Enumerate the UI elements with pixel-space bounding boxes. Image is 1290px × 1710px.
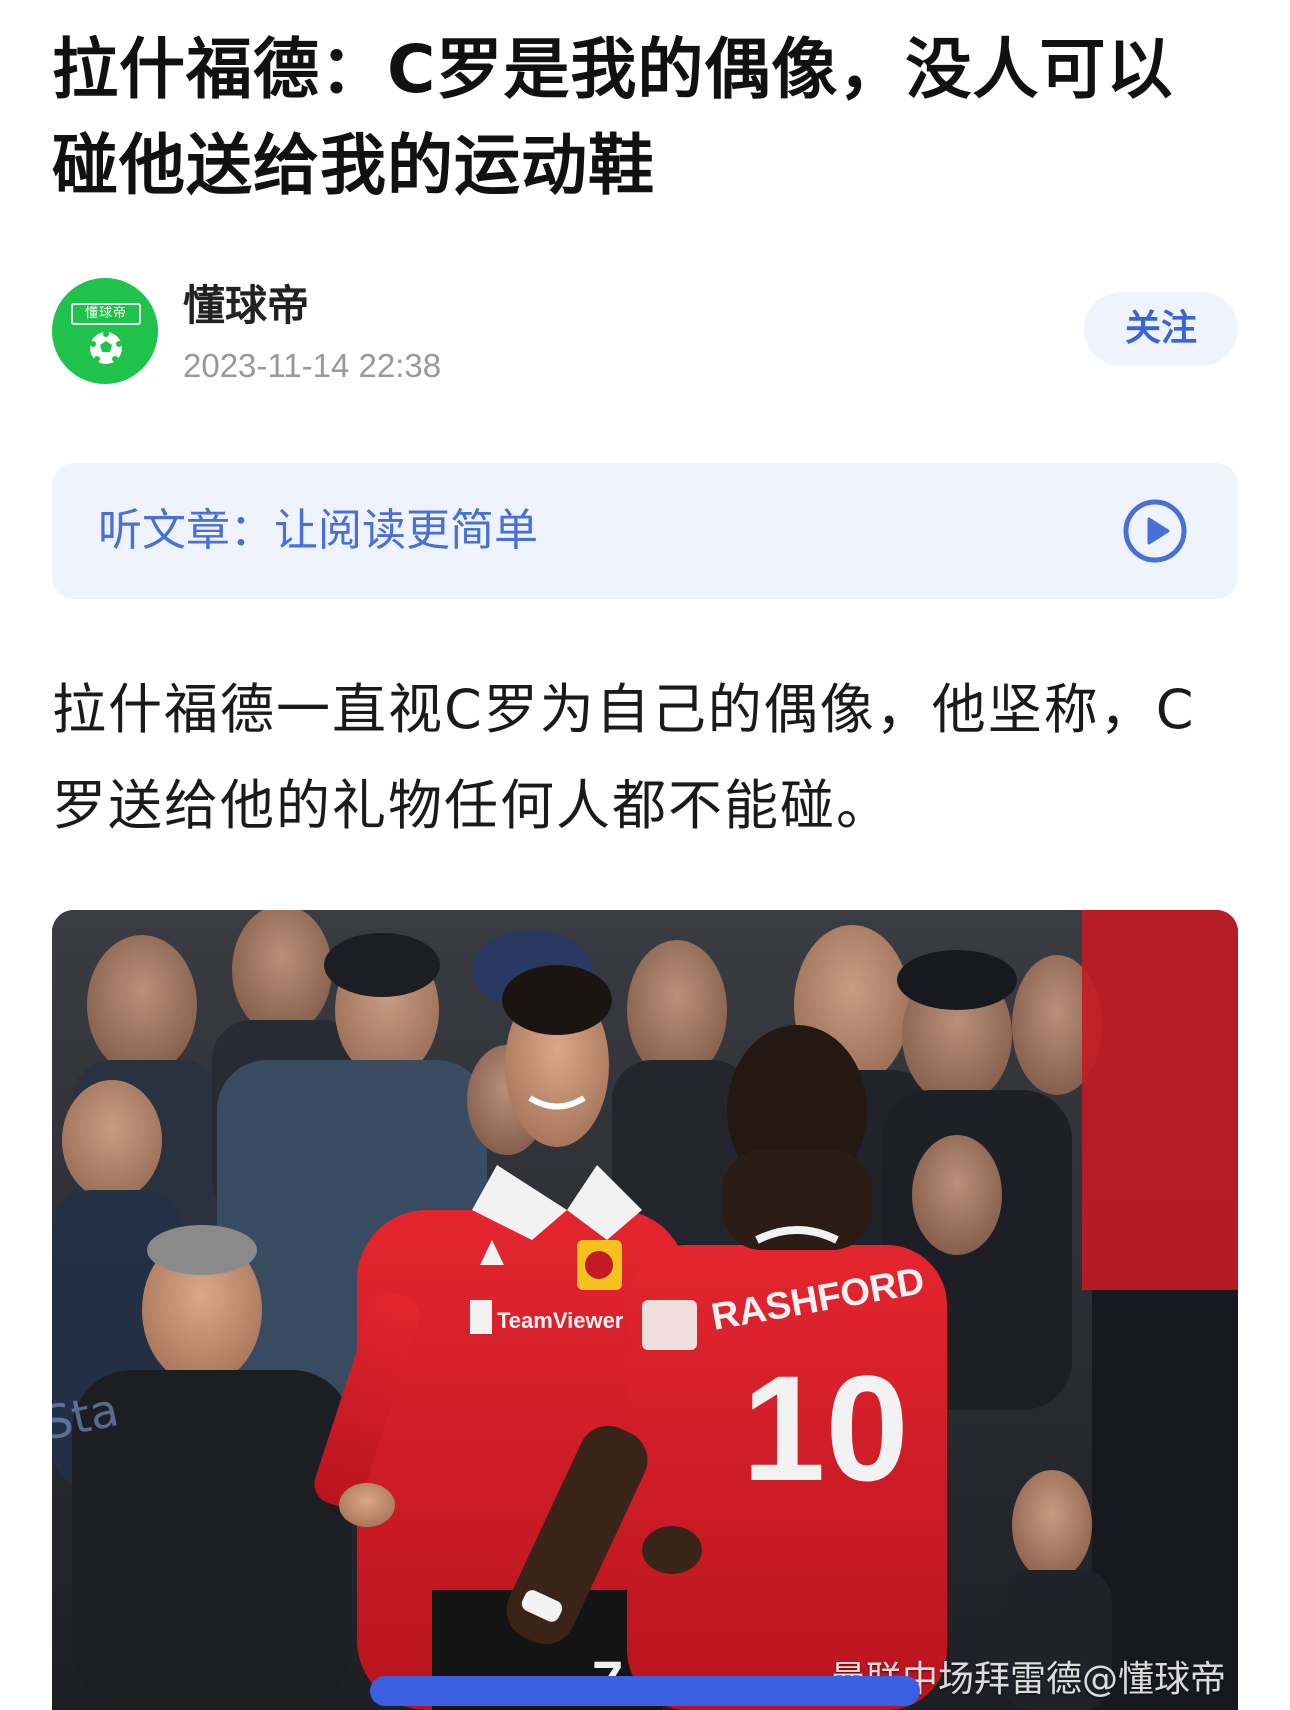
author-name[interactable]: 懂球帝: [183, 278, 309, 334]
article-body-paragraph: 拉什福德一直视C罗为自己的偶像，他坚称，C罗送给他的礼物任何人都不能碰。: [52, 678, 1196, 837]
bottom-action-pill[interactable]: [370, 1676, 920, 1706]
publish-time: 2023-11-14 22:38: [183, 347, 442, 384]
listen-article-bar[interactable]: 听文章：让阅读更简单: [52, 463, 1238, 599]
play-circle-icon[interactable]: [1122, 498, 1188, 564]
jersey-number-text: 10: [742, 1344, 909, 1512]
author-avatar[interactable]: 懂球帝: [52, 278, 158, 384]
article-title: 拉什福德：C罗是我的偶像，没人可以碰他送给我的运动鞋: [52, 31, 1174, 204]
follow-button[interactable]: 关注: [1084, 292, 1238, 366]
avatar-logo-text: 懂球帝: [71, 303, 141, 325]
photo-illustration: Sta TeamViewer 7 RASHFORD: [52, 910, 1238, 1710]
author-row: 懂球帝 懂球帝 2023-11-14 22:38 关注: [52, 278, 1238, 386]
football-icon: [90, 331, 122, 364]
sponsor-text: TeamViewer: [497, 1308, 624, 1333]
article-photo[interactable]: Sta TeamViewer 7 RASHFORD: [52, 910, 1238, 1710]
listen-article-label: 听文章：让阅读更简单: [98, 505, 538, 556]
